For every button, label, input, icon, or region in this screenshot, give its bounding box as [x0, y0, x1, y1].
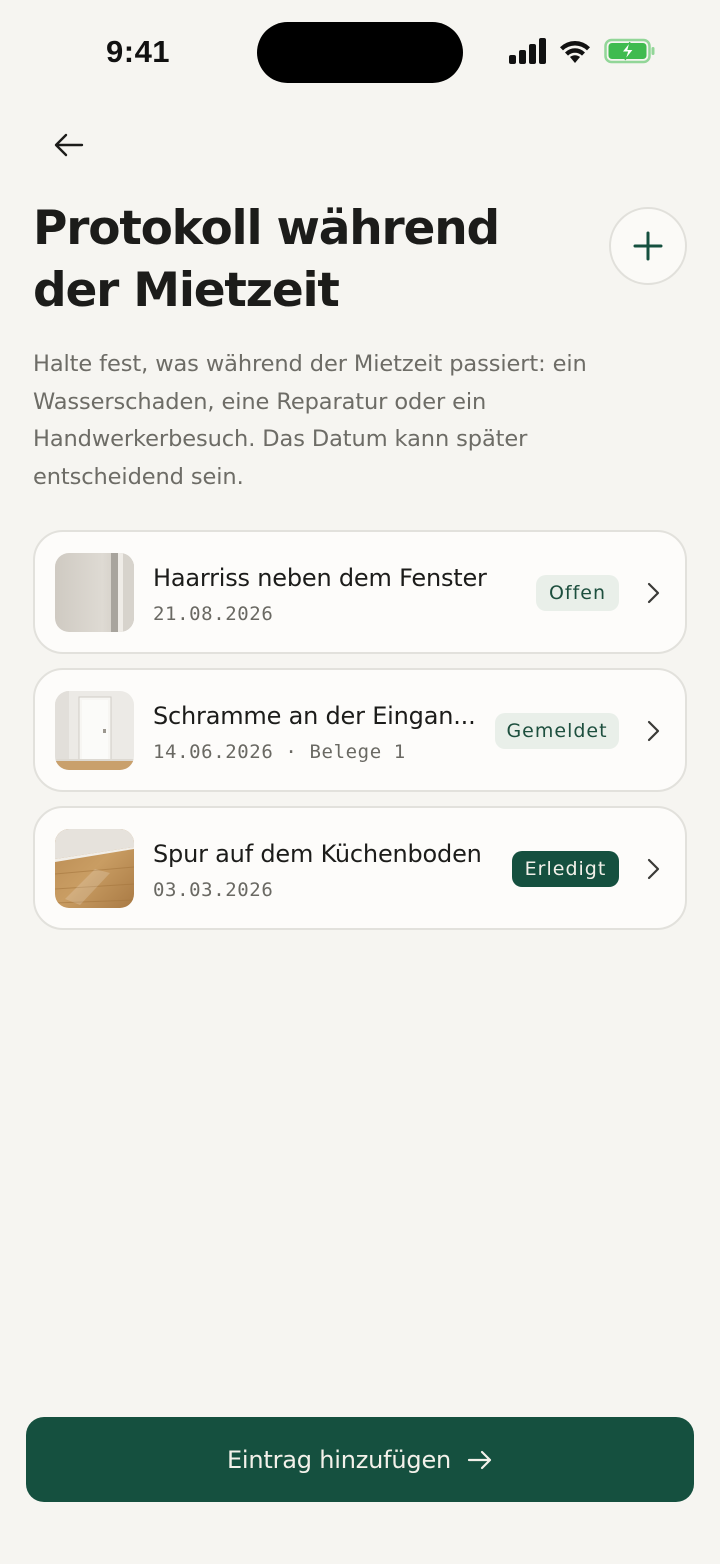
status-badge: Gemeldet	[495, 713, 619, 749]
signal-icon	[509, 38, 546, 64]
plus-icon	[633, 231, 663, 261]
chevron-right-icon	[647, 582, 660, 604]
add-entry-button[interactable]: Eintrag hinzufügen	[26, 1417, 694, 1502]
entry-card[interactable]: Spur auf dem Küchenboden 03.03.2026 Erle…	[33, 806, 687, 930]
entry-date: 03.03.2026	[153, 879, 274, 901]
status-badge: Erledigt	[512, 851, 619, 887]
wifi-icon	[560, 40, 590, 63]
add-entry-button-label: Eintrag hinzufügen	[226, 1445, 452, 1474]
entry-title: Spur auf dem Küchenboden	[153, 840, 482, 868]
chevron-right-icon	[647, 858, 660, 880]
arrow-right-icon	[467, 1450, 492, 1469]
entry-meta: 14.06.2026 · Belege 1	[153, 741, 406, 763]
page-title: Protokoll während der Mietzeit	[33, 201, 500, 318]
status-time: 9:41	[106, 34, 171, 69]
status-badge: Offen	[536, 575, 619, 611]
dynamic-island	[257, 22, 463, 83]
chevron-right-icon	[647, 720, 660, 742]
page-description: Halte fest, was während der Mietzeit pas…	[33, 351, 587, 491]
add-entry-icon-button[interactable]	[609, 207, 687, 285]
entry-title: Haarriss neben dem Fenster	[153, 564, 487, 592]
kitchen-floor-thumbnail	[55, 829, 134, 908]
entry-title: Schramme an der Eingan...	[153, 702, 476, 730]
status-bar: 9:41	[0, 0, 720, 105]
battery-charging-icon	[604, 38, 655, 64]
status-icons	[508, 38, 656, 64]
wall-crack-thumbnail	[55, 553, 134, 632]
entrance-door-thumbnail	[55, 691, 134, 770]
entry-card[interactable]: Haarriss neben dem Fenster 21.08.2026 Of…	[33, 530, 687, 654]
back-button[interactable]	[42, 118, 96, 172]
arrow-left-icon	[54, 133, 84, 157]
entry-card[interactable]: Schramme an der Eingan... 14.06.2026 · B…	[33, 668, 687, 792]
entry-date: 21.08.2026	[153, 603, 274, 625]
entries-list: Haarriss neben dem Fenster 21.08.2026 Of…	[33, 530, 687, 944]
